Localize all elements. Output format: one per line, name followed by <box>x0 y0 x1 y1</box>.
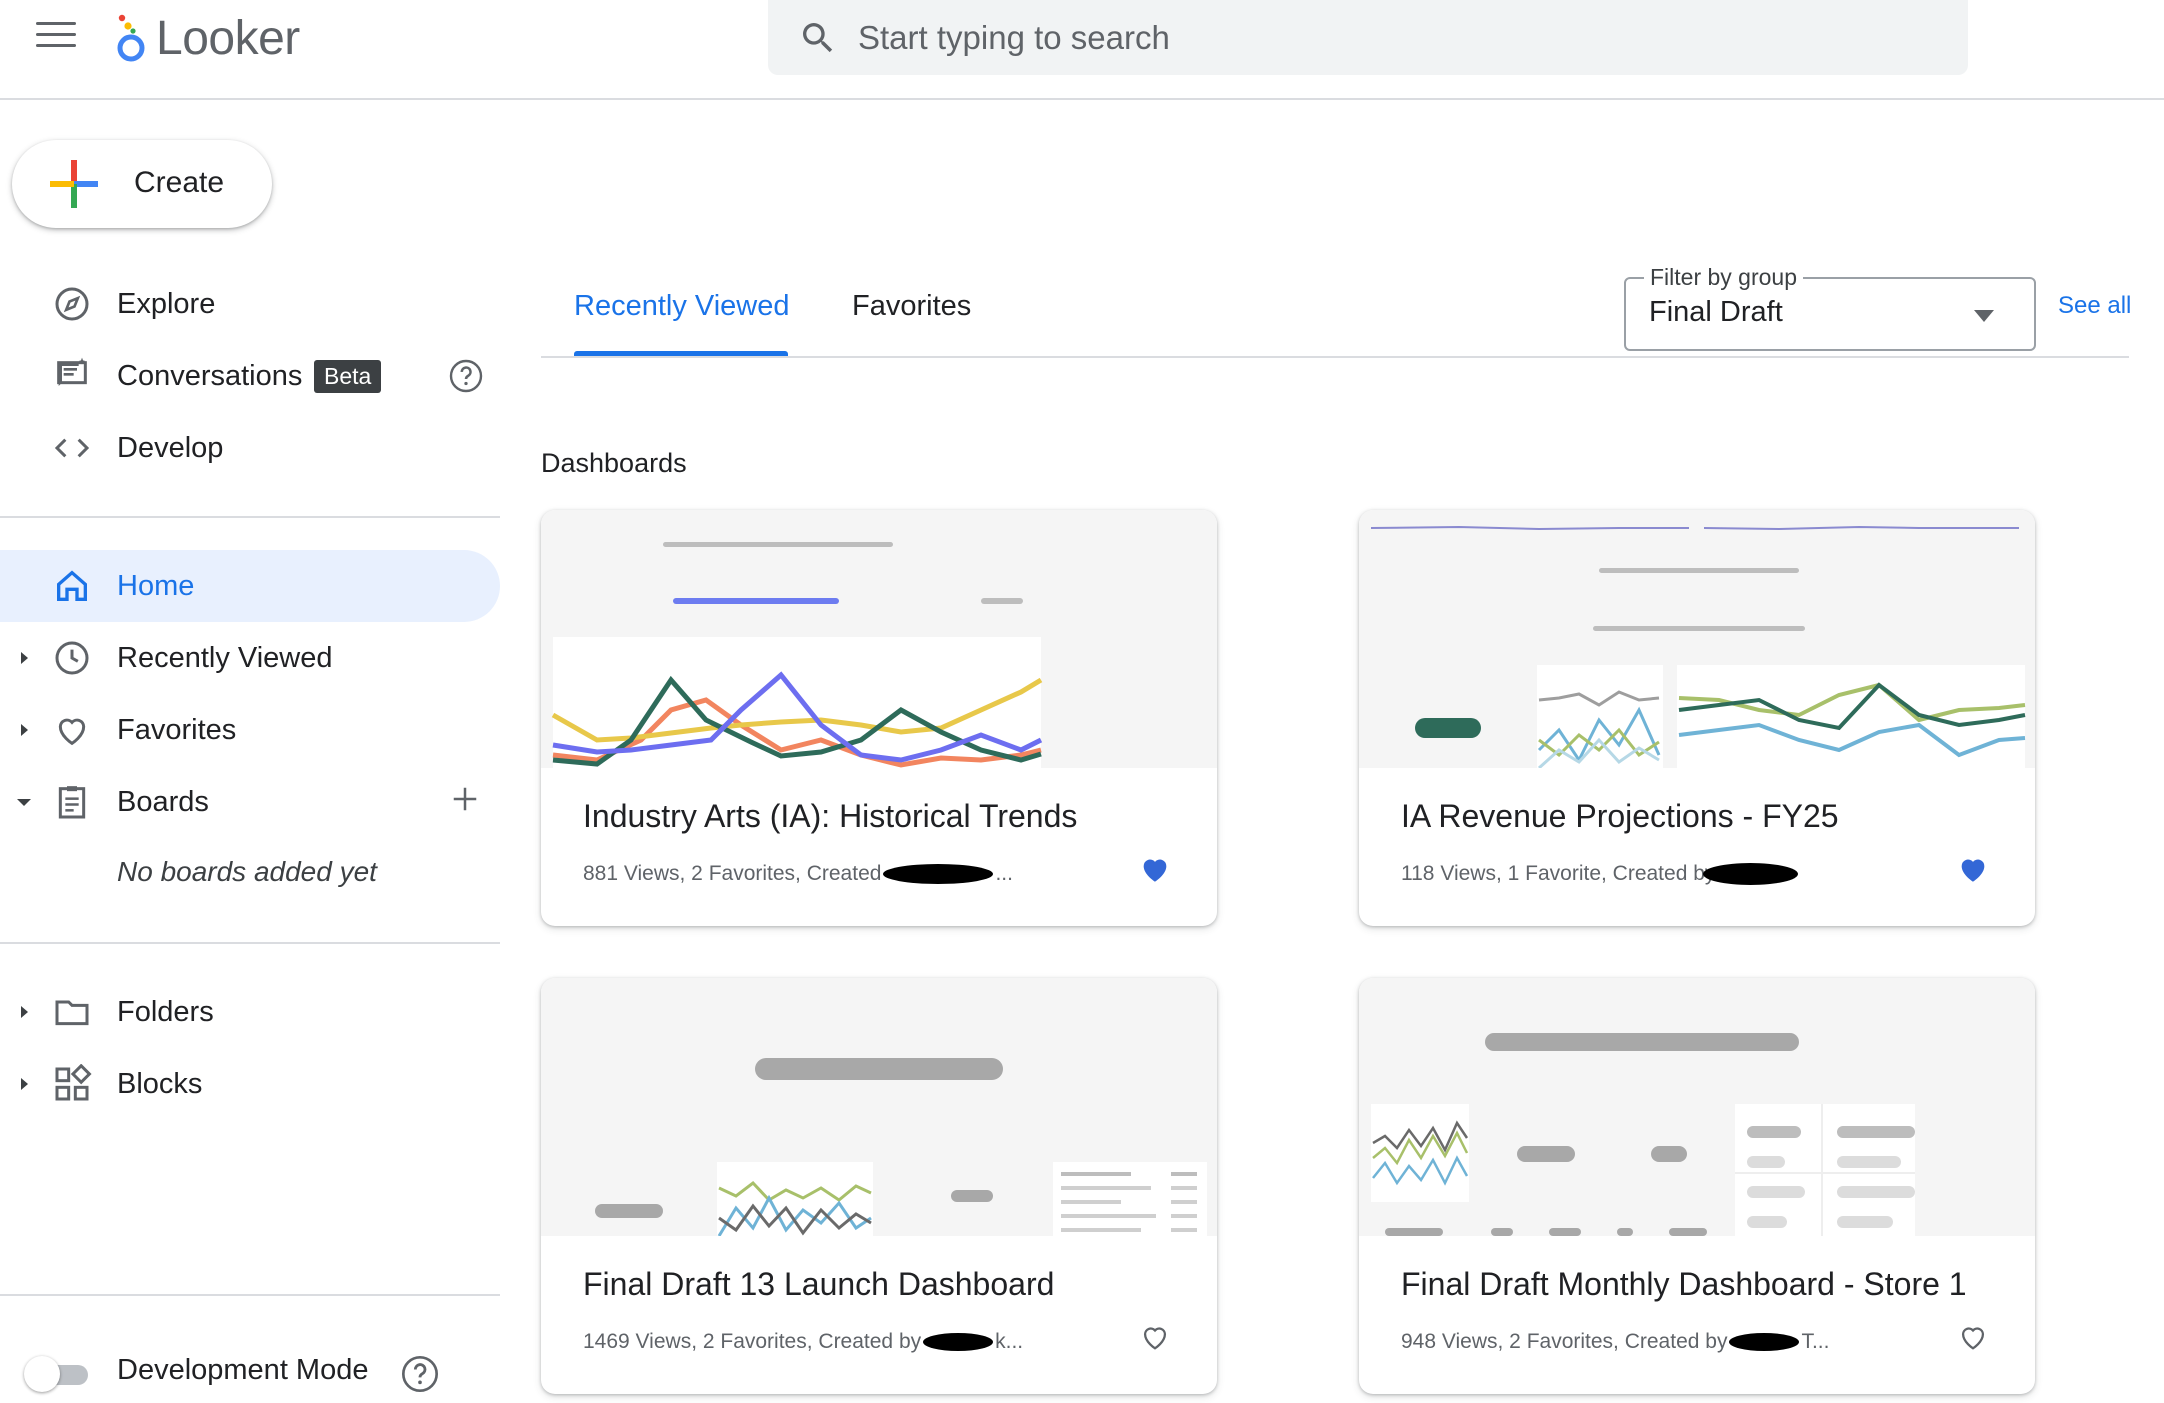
favorite-heart-outline-icon[interactable] <box>1955 1320 1991 1354</box>
redaction-mark <box>883 864 994 885</box>
clock-icon <box>55 641 89 675</box>
dashboards-heading: Dashboards <box>541 448 687 478</box>
favorite-heart-filled-icon[interactable] <box>1955 852 1991 886</box>
dashboard-title[interactable]: IA Revenue Projections - FY25 <box>1401 798 1839 835</box>
dashboard-card[interactable]: Final Draft Monthly Dashboard - Store 1 … <box>1359 978 2035 1394</box>
sidebar-item-develop[interactable]: Develop <box>0 412 500 484</box>
sidebar-item-blocks[interactable]: Blocks <box>0 1048 500 1120</box>
menu-icon[interactable] <box>36 22 76 52</box>
sidebar-item-conversations[interactable]: Conversations Beta <box>0 340 500 412</box>
help-icon[interactable] <box>400 1354 440 1394</box>
dashboard-title[interactable]: Final Draft Monthly Dashboard - Store 1 <box>1401 1266 1967 1303</box>
top-bar: Looker <box>0 0 2164 100</box>
sidebar-divider <box>0 516 500 518</box>
heart-outline-icon <box>58 718 86 746</box>
dashboard-meta-text: 118 Views, 1 Favorite, Created by W <box>1401 862 1742 885</box>
toggle-knob <box>24 1356 60 1392</box>
favorite-heart-filled-icon[interactable] <box>1137 852 1173 886</box>
sidebar-item-label: Develop <box>117 431 224 464</box>
development-mode-toggle[interactable] <box>24 1356 96 1392</box>
caret-right-icon[interactable] <box>16 1076 32 1092</box>
search-icon <box>803 22 833 52</box>
sidebar-item-boards[interactable]: Boards <box>0 766 500 838</box>
home-icon <box>57 570 87 601</box>
dashboard-card[interactable]: IA Revenue Projections - FY25 118 Views,… <box>1359 510 2035 926</box>
dashboard-card[interactable]: Final Draft 13 Launch Dashboard 1469 Vie… <box>541 978 1217 1394</box>
dashboard-meta: 948 Views, 2 Favorites, Created by T... <box>1401 1330 1829 1354</box>
clipboard-icon <box>58 786 86 819</box>
no-boards-text: No boards added yet <box>117 856 377 887</box>
tab-recently-viewed[interactable]: Recently Viewed <box>574 290 789 323</box>
dashboard-thumbnail <box>1359 978 2035 1236</box>
plus-icon <box>50 160 98 208</box>
caret-right-icon[interactable] <box>16 1004 32 1020</box>
dashboard-title[interactable]: Final Draft 13 Launch Dashboard <box>583 1266 1054 1303</box>
dashboard-thumbnail <box>541 978 1217 1237</box>
favorite-heart-outline-icon[interactable] <box>1137 1320 1173 1354</box>
dashboard-meta-tail: k... <box>995 1330 1024 1353</box>
dashboard-meta: 881 Views, 2 Favorites, Created... <box>583 862 1013 886</box>
sidebar-item-label: Conversations <box>117 359 303 392</box>
caret-down-icon[interactable] <box>16 794 32 810</box>
redaction-mark <box>923 1333 994 1352</box>
folder-icon <box>55 1000 89 1026</box>
sidebar-item-label: Home <box>117 569 195 602</box>
dashboard-thumbnail <box>541 510 1217 768</box>
blocks-icon <box>55 1064 92 1101</box>
sidebar-item-label: Recently Viewed <box>117 641 333 674</box>
sidebar-divider <box>0 1294 500 1296</box>
dashboard-thumbnail <box>1359 510 2035 770</box>
caret-right-icon[interactable] <box>16 650 32 666</box>
looker-logo-icon <box>117 14 145 62</box>
sidebar-item-home[interactable]: Home <box>0 550 500 622</box>
dashboard-meta-text: 881 Views, 2 Favorites, Created <box>583 862 882 885</box>
caret-right-icon[interactable] <box>16 722 32 738</box>
sidebar-item-label: Boards <box>117 785 209 818</box>
conversation-icon <box>57 357 87 386</box>
development-mode-label: Development Mode <box>117 1354 369 1386</box>
sidebar-item-favorites[interactable]: Favorites <box>0 694 500 766</box>
compass-icon <box>55 287 89 321</box>
filter-legend: Filter by group <box>1644 264 1804 291</box>
redaction-mark <box>1729 1333 1800 1352</box>
see-all-link[interactable]: See all <box>2058 292 2131 320</box>
dashboard-meta: 1469 Views, 2 Favorites, Created by k... <box>583 1330 1023 1354</box>
sidebar-item-label: Favorites <box>117 713 237 746</box>
dashboard-meta-tail: T... <box>1801 1330 1830 1353</box>
help-icon[interactable] <box>448 358 484 394</box>
code-icon <box>54 438 90 458</box>
logo-text: Looker <box>156 11 300 65</box>
sidebar-item-label: Folders <box>117 995 214 1028</box>
sidebar-item-folders[interactable]: Folders <box>0 976 500 1048</box>
sidebar-divider <box>0 942 500 944</box>
search-bar[interactable] <box>768 0 1968 75</box>
sidebar-item-label: Explore <box>117 287 216 320</box>
dashboard-meta-tail: ... <box>995 862 1013 885</box>
add-board-icon[interactable] <box>450 784 480 814</box>
dashboard-meta-text: 948 Views, 2 Favorites, Created by <box>1401 1330 1728 1353</box>
tabs-divider <box>541 356 2129 358</box>
tab-favorites[interactable]: Favorites <box>852 290 971 323</box>
search-input[interactable] <box>856 17 1860 58</box>
create-button[interactable]: Create <box>12 140 272 228</box>
dashboard-title[interactable]: Industry Arts (IA): Historical Trends <box>583 798 1077 835</box>
dashboard-card[interactable]: Industry Arts (IA): Historical Trends 88… <box>541 510 1217 926</box>
filter-value: Final Draft <box>1649 296 1783 328</box>
sidebar-item-recently-viewed[interactable]: Recently Viewed <box>0 622 500 694</box>
sidebar-item-label: Blocks <box>117 1067 203 1100</box>
dropdown-arrow-icon <box>1974 310 1994 322</box>
beta-badge: Beta <box>314 359 382 393</box>
dashboard-meta: 118 Views, 1 Favorite, Created by W <box>1401 862 1799 886</box>
looker-logo[interactable]: Looker <box>114 8 300 68</box>
sidebar-item-explore[interactable]: Explore <box>0 268 500 340</box>
create-label: Create <box>134 166 225 199</box>
dashboard-meta-text: 1469 Views, 2 Favorites, Created by <box>583 1330 922 1353</box>
